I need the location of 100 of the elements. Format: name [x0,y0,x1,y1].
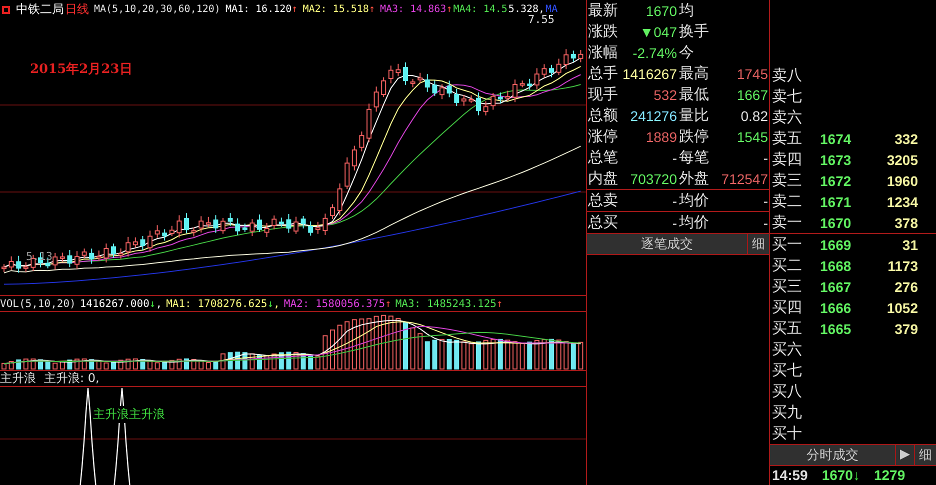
quote-value: 1667 [736,86,768,102]
quote-label: 量比 [679,106,709,125]
quote-label: 涨停 [588,127,618,146]
quote-value: - [672,150,677,166]
quote-label: 跌停 [679,127,709,146]
stock-name: 中铁二局 [16,0,64,18]
ma-reading: MA [546,4,558,14]
logo-icon [1,4,11,14]
period-label: 日线 [65,0,89,18]
volume-reading: MA2: 1580056.375↑ [284,298,392,310]
quote-label: 涨跌 [588,22,618,41]
quote-label: 总笔 [588,148,618,167]
order-level-label: 买七 [772,361,803,380]
order-price: 1674 [820,130,852,146]
order-level-label: 买二 [772,256,803,275]
order-price: 1671 [820,194,852,210]
quote-label: 总买 [588,213,618,232]
trade-volume: 1279 [874,467,906,484]
ma-reading: MA3: 14.863↑ [380,4,452,14]
order-level-label: 卖四 [772,150,803,169]
quote-label: 最高 [679,64,709,83]
order-level-label: 买十 [772,424,803,443]
price-label: 7.55 [528,13,554,26]
quote-value: ▼047 [640,24,677,40]
order-level-label: 买三 [772,277,803,296]
quote-value: - [672,214,677,230]
quote-value: - [763,150,768,166]
order-volume: 1173 [888,258,918,274]
order-level-label: 卖三 [772,171,803,190]
order-volume: 378 [894,214,918,230]
quote-label: 内盘 [588,169,618,188]
quote-value: 1745 [736,66,768,82]
order-price: 1665 [820,320,852,336]
order-level-label: 卖一 [772,213,803,232]
quote-value: 1545 [736,128,768,144]
order-price: 1672 [820,172,852,188]
panel-title: 逐笔成交 [640,236,694,254]
order-level-label: 买六 [772,340,803,359]
quote-value: - [763,214,768,230]
quote-label: 总卖 [588,191,618,210]
ma-reading: 5.328, [508,4,545,14]
order-volume: 332 [894,130,918,146]
order-volume: 1052 [886,300,918,316]
trade-time: 14:59 [772,467,808,484]
quote-value: -2.74% [632,44,677,60]
quote-label: 每笔 [679,148,709,167]
order-volume: 379 [894,320,918,336]
order-level-label: 卖五 [772,129,803,148]
order-level-label: 卖六 [772,108,803,127]
quote-value: 532 [654,86,677,102]
quote-value: 703720 [630,170,677,186]
quote-value: 241276 [630,108,677,124]
quote-label: 最新 [588,1,618,20]
ma-reading: MA2: 15.518↑ [302,4,375,14]
order-level-label: 卖二 [772,192,803,211]
quote-value: 1670 [646,2,677,18]
quote-label: 今 [679,43,694,62]
date-annotation: 2015年2月23日 [30,61,132,78]
quote-value: 1889 [646,128,677,144]
order-price: 1668 [820,258,852,274]
quote-label: 换手 [679,22,709,41]
order-price: 1670 [820,214,852,230]
order-level-label: 买八 [772,382,803,401]
order-volume: 1234 [886,194,918,210]
order-level-label: 卖八 [772,66,803,85]
order-price: 1667 [820,278,852,294]
quote-value: 712547 [721,170,768,186]
order-volume: 276 [894,278,918,294]
ma-reading: MA4: 14.5 [453,4,508,14]
quote-label: 均价 [679,213,709,232]
quote-label: 现手 [588,85,618,104]
order-level-label: 买五 [772,319,803,338]
quote-label: 涨幅 [588,43,618,62]
signal-label: 主升浪主升浪 [93,406,165,423]
order-price: 1669 [820,236,852,252]
order-price: 1666 [820,300,852,316]
indicator-title: 主升浪 [0,370,36,387]
quote-label: 外盘 [679,169,709,188]
order-level-label: 买一 [772,235,803,254]
order-volume: 31 [902,236,918,252]
quote-label: 总额 [588,106,618,125]
quote-label: 均价 [679,191,709,210]
volume-title: VOL(5,10,20) [0,298,76,310]
trade-price: 1670↓ [822,467,860,484]
order-level-label: 买九 [772,403,803,422]
quote-label: 均 [679,1,694,20]
volume-reading: MA3: 1485243.125↑ [395,298,503,310]
panel-title: 分时成交 [806,446,860,464]
quote-value: 0.82 [740,108,768,124]
quote-value: 1416267 [622,66,677,82]
ma-params: MA(5,10,20,30,60,120) [94,4,220,14]
order-volume: 1960 [886,172,918,188]
order-price: 1673 [820,152,852,168]
quote-value: - [672,192,677,208]
order-level-label: 卖七 [772,87,803,106]
quote-value: - [763,192,768,208]
indicator-reading: 主升浪: 0, [44,370,100,387]
quote-label: 总手 [588,64,618,83]
ma-reading: MA1: 16.120↑ [225,4,298,14]
quote-label: 最低 [679,85,709,104]
